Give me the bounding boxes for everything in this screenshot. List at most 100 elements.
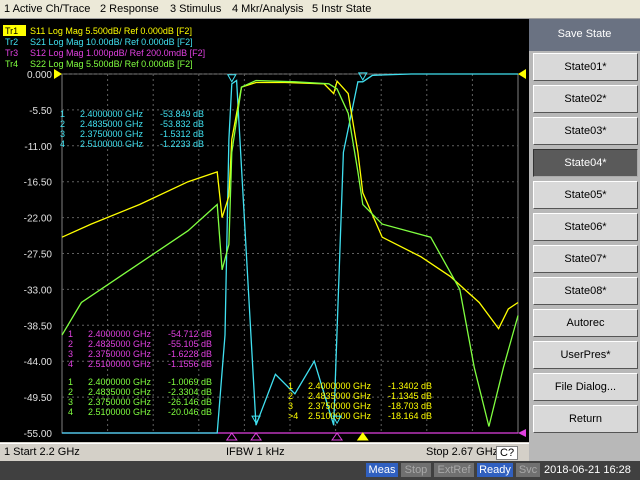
marker-id: 3 bbox=[60, 129, 65, 139]
marker-frequency: 2.4835000 GHz bbox=[80, 119, 144, 129]
channel-status-bar: 1 Start 2.2 GHz IFBW 1 kHz Stop 2.67 GHz… bbox=[0, 443, 529, 461]
marker-frequency: 2.4000000 GHz bbox=[88, 377, 152, 387]
marker-value: -1.1345 dB bbox=[388, 391, 432, 401]
marker-value: -1.1556 dB bbox=[168, 359, 212, 369]
s12-reference-arrow bbox=[518, 429, 526, 437]
marker-3-icon bbox=[226, 74, 237, 83]
marker-frequency: 2.5100000 GHz bbox=[88, 407, 152, 417]
trace-2-header: S21 Log Mag 10.00dB/ Ref 0.000dB [F2] bbox=[30, 37, 193, 47]
softkey-userpres[interactable]: UserPres* bbox=[533, 341, 638, 369]
softkey-state03[interactable]: State03* bbox=[533, 117, 638, 145]
y-tick-label: -16.50 bbox=[24, 178, 53, 189]
trace-4-tag[interactable]: Tr4 bbox=[5, 59, 18, 69]
y-tick-label: -38.50 bbox=[24, 321, 53, 332]
trace-3-tag[interactable]: Tr3 bbox=[5, 48, 18, 58]
stop-frequency[interactable]: Stop 2.67 GHz bbox=[426, 446, 498, 458]
marker-id: 4 bbox=[60, 139, 65, 149]
marker-frequency: 2.4000000 GHz bbox=[80, 109, 144, 119]
softkey-file-dialog[interactable]: File Dialog... bbox=[533, 373, 638, 401]
ready-indicator: Ready bbox=[477, 463, 513, 477]
marker-id: 4 bbox=[68, 359, 73, 369]
marker-value: -1.6228 dB bbox=[168, 349, 212, 359]
marker-id: 1 bbox=[60, 109, 65, 119]
marker-frequency: 2.5100000 GHz bbox=[80, 139, 144, 149]
marker-frequency: 2.4000000 GHz bbox=[88, 329, 152, 339]
marker-frequency: 2.5100000 GHz bbox=[88, 359, 152, 369]
marker-id: 2 bbox=[68, 387, 73, 397]
marker-value: -53.832 dB bbox=[160, 119, 204, 129]
marker-frequency: 2.3750000 GHz bbox=[88, 397, 152, 407]
meas-indicator: Meas bbox=[366, 463, 398, 477]
softkey-state07[interactable]: State07* bbox=[533, 245, 638, 273]
softkey-state04[interactable]: State04* bbox=[533, 149, 638, 177]
extref-indicator: ExtRef bbox=[434, 463, 474, 477]
marker-value: -54.712 dB bbox=[168, 329, 212, 339]
softkey-panel: Save State State01* State02* State03* State0… bbox=[529, 19, 640, 461]
bottom-marker-indicator bbox=[331, 432, 344, 441]
y-tick-label: 0.000 bbox=[27, 70, 52, 81]
marker-id: 1 bbox=[68, 377, 73, 387]
instrument-status-bar: Meas Stop ExtRef Ready Svc 2018-06-21 16… bbox=[0, 461, 640, 480]
menu-stimulus[interactable]: 3 Stimulus bbox=[170, 3, 221, 15]
softkey-state05[interactable]: State05* bbox=[533, 181, 638, 209]
marker-id: 3 bbox=[68, 397, 73, 407]
bottom-marker-indicator bbox=[225, 432, 238, 441]
softkey-state08[interactable]: State08* bbox=[533, 277, 638, 305]
stop-indicator: Stop bbox=[401, 463, 431, 477]
reference-arrow-left bbox=[54, 69, 62, 79]
trace-3-header: S12 Log Mag 1.000pdB/ Ref 200.0mdB [F2] bbox=[30, 48, 205, 58]
y-tick-label: -5.50 bbox=[29, 106, 52, 117]
marker-id: 4 bbox=[68, 407, 73, 417]
menu-response[interactable]: 2 Response bbox=[100, 3, 159, 15]
measurement-display[interactable]: 0.000 -5.50 -11.00 -16.50 -22.00 -27.50 -33.00… bbox=[0, 19, 529, 442]
marker-id: 2 bbox=[288, 391, 293, 401]
marker-value: -18.703 dB bbox=[388, 401, 432, 411]
start-frequency[interactable]: 1 Start 2.2 GHz bbox=[4, 446, 80, 458]
marker-value: -1.3402 dB bbox=[388, 381, 432, 391]
marker-value: -1.2233 dB bbox=[160, 139, 204, 149]
marker-value: -2.3304 dB bbox=[168, 387, 212, 397]
trace-1-tag[interactable]: Tr1 bbox=[5, 26, 18, 36]
trace-chart: 0.000 -5.50 -11.00 -16.50 -22.00 -27.50 -33.00… bbox=[3, 25, 526, 441]
y-tick-label: -33.00 bbox=[24, 285, 53, 296]
marker-frequency: 2.4835000 GHz bbox=[88, 387, 152, 397]
marker-value: -55.105 dB bbox=[168, 339, 212, 349]
marker-id: 3 bbox=[288, 401, 293, 411]
marker-value: -18.164 dB bbox=[388, 411, 432, 421]
datetime-display: 2018-06-21 16:28 bbox=[544, 464, 631, 476]
marker-frequency: 2.4835000 GHz bbox=[308, 391, 372, 401]
marker-id: 3 bbox=[68, 349, 73, 359]
softkey-return[interactable]: Return bbox=[533, 405, 638, 433]
marker-id: 1 bbox=[68, 329, 73, 339]
marker-id: 1 bbox=[288, 381, 293, 391]
y-tick-label: -44.00 bbox=[24, 357, 53, 368]
menu-active-ch-trace[interactable]: 1 Active Ch/Trace bbox=[4, 3, 90, 15]
marker-frequency: 2.3750000 GHz bbox=[88, 349, 152, 359]
marker-frequency: 2.3750000 GHz bbox=[80, 129, 144, 139]
marker-id: >4 bbox=[288, 411, 298, 421]
y-tick-label: -11.00 bbox=[24, 142, 52, 153]
marker-frequency: 2.4000000 GHz bbox=[308, 381, 372, 391]
softkey-autorec[interactable]: Autorec bbox=[533, 309, 638, 337]
softkey-state02[interactable]: State02* bbox=[533, 85, 638, 113]
softkey-state01[interactable]: State01* bbox=[533, 53, 638, 81]
y-tick-label: -27.50 bbox=[24, 250, 53, 261]
marker-id: 2 bbox=[68, 339, 73, 349]
bottom-marker-indicator bbox=[356, 432, 369, 441]
menu-mkr-analysis[interactable]: 4 Mkr/Analysis bbox=[232, 3, 304, 15]
softkey-state06[interactable]: State06* bbox=[533, 213, 638, 241]
marker-frequency: 2.3750000 GHz bbox=[308, 401, 372, 411]
save-state-header: Save State bbox=[529, 19, 640, 51]
calibration-badge: C? bbox=[496, 446, 519, 460]
ifbw-label[interactable]: IFBW 1 kHz bbox=[226, 446, 285, 458]
marker-value: -20.046 dB bbox=[168, 407, 212, 417]
trace-2-tag[interactable]: Tr2 bbox=[5, 37, 18, 47]
menu-instr-state[interactable]: 5 Instr State bbox=[312, 3, 371, 15]
trace-1-header: S11 Log Mag 5.500dB/ Ref 0.000dB [F2] bbox=[30, 26, 192, 36]
y-tick-label: -55.00 bbox=[24, 429, 53, 440]
y-tick-label: -49.50 bbox=[24, 393, 53, 404]
marker-id: 2 bbox=[60, 119, 65, 129]
svc-indicator: Svc bbox=[516, 463, 540, 477]
marker-frequency: 2.4835000 GHz bbox=[88, 339, 152, 349]
reference-arrow-right bbox=[518, 69, 526, 79]
